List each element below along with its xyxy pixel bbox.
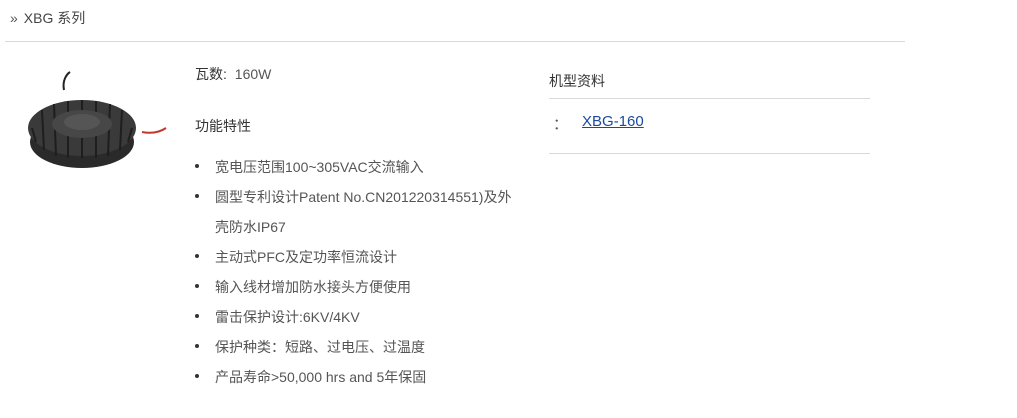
model-link[interactable]: XBG-160 bbox=[582, 113, 644, 134]
bullet-icon bbox=[195, 164, 199, 168]
list-item: 雷击保护设计:6KV/4KV bbox=[195, 302, 525, 332]
divider bbox=[549, 153, 870, 154]
breadcrumb: » XBG 系列 bbox=[10, 8, 85, 28]
model-row: ： XBG-160 bbox=[553, 113, 644, 134]
double-chevron-right-icon: » bbox=[10, 10, 18, 26]
list-item: 圆型专利设计Patent No.CN201220314551)及外壳防水IP67 bbox=[195, 182, 525, 242]
product-image bbox=[22, 70, 172, 180]
wattage-label: 瓦数: bbox=[195, 66, 227, 82]
list-item: 产品寿命>50,000 hrs and 5年保固 bbox=[195, 362, 525, 392]
list-item: 输入线材增加防水接头方便使用 bbox=[195, 272, 525, 302]
divider bbox=[549, 98, 870, 99]
list-item: 宽电压范围100~305VAC交流输入 bbox=[195, 152, 525, 182]
bullet-icon bbox=[195, 284, 199, 288]
bullet-icon bbox=[195, 314, 199, 318]
features-list: 宽电压范围100~305VAC交流输入 圆型专利设计Patent No.CN20… bbox=[195, 152, 525, 392]
wattage: 瓦数: 160W bbox=[195, 64, 271, 84]
bullet-icon bbox=[195, 194, 199, 198]
model-separator: ： bbox=[553, 116, 569, 133]
bullet-icon bbox=[195, 344, 199, 348]
features-title: 功能特性 bbox=[195, 118, 251, 134]
breadcrumb-label: XBG 系列 bbox=[23, 10, 86, 26]
list-item: 保护种类：短路、过电压、过温度 bbox=[195, 332, 525, 362]
bullet-icon bbox=[195, 254, 199, 258]
wattage-value: 160W bbox=[234, 66, 272, 82]
model-info-title: 机型资料 bbox=[549, 73, 605, 89]
list-item: 主动式PFC及定功率恒流设计 bbox=[195, 242, 525, 272]
bullet-icon bbox=[195, 374, 199, 378]
divider bbox=[5, 41, 905, 42]
